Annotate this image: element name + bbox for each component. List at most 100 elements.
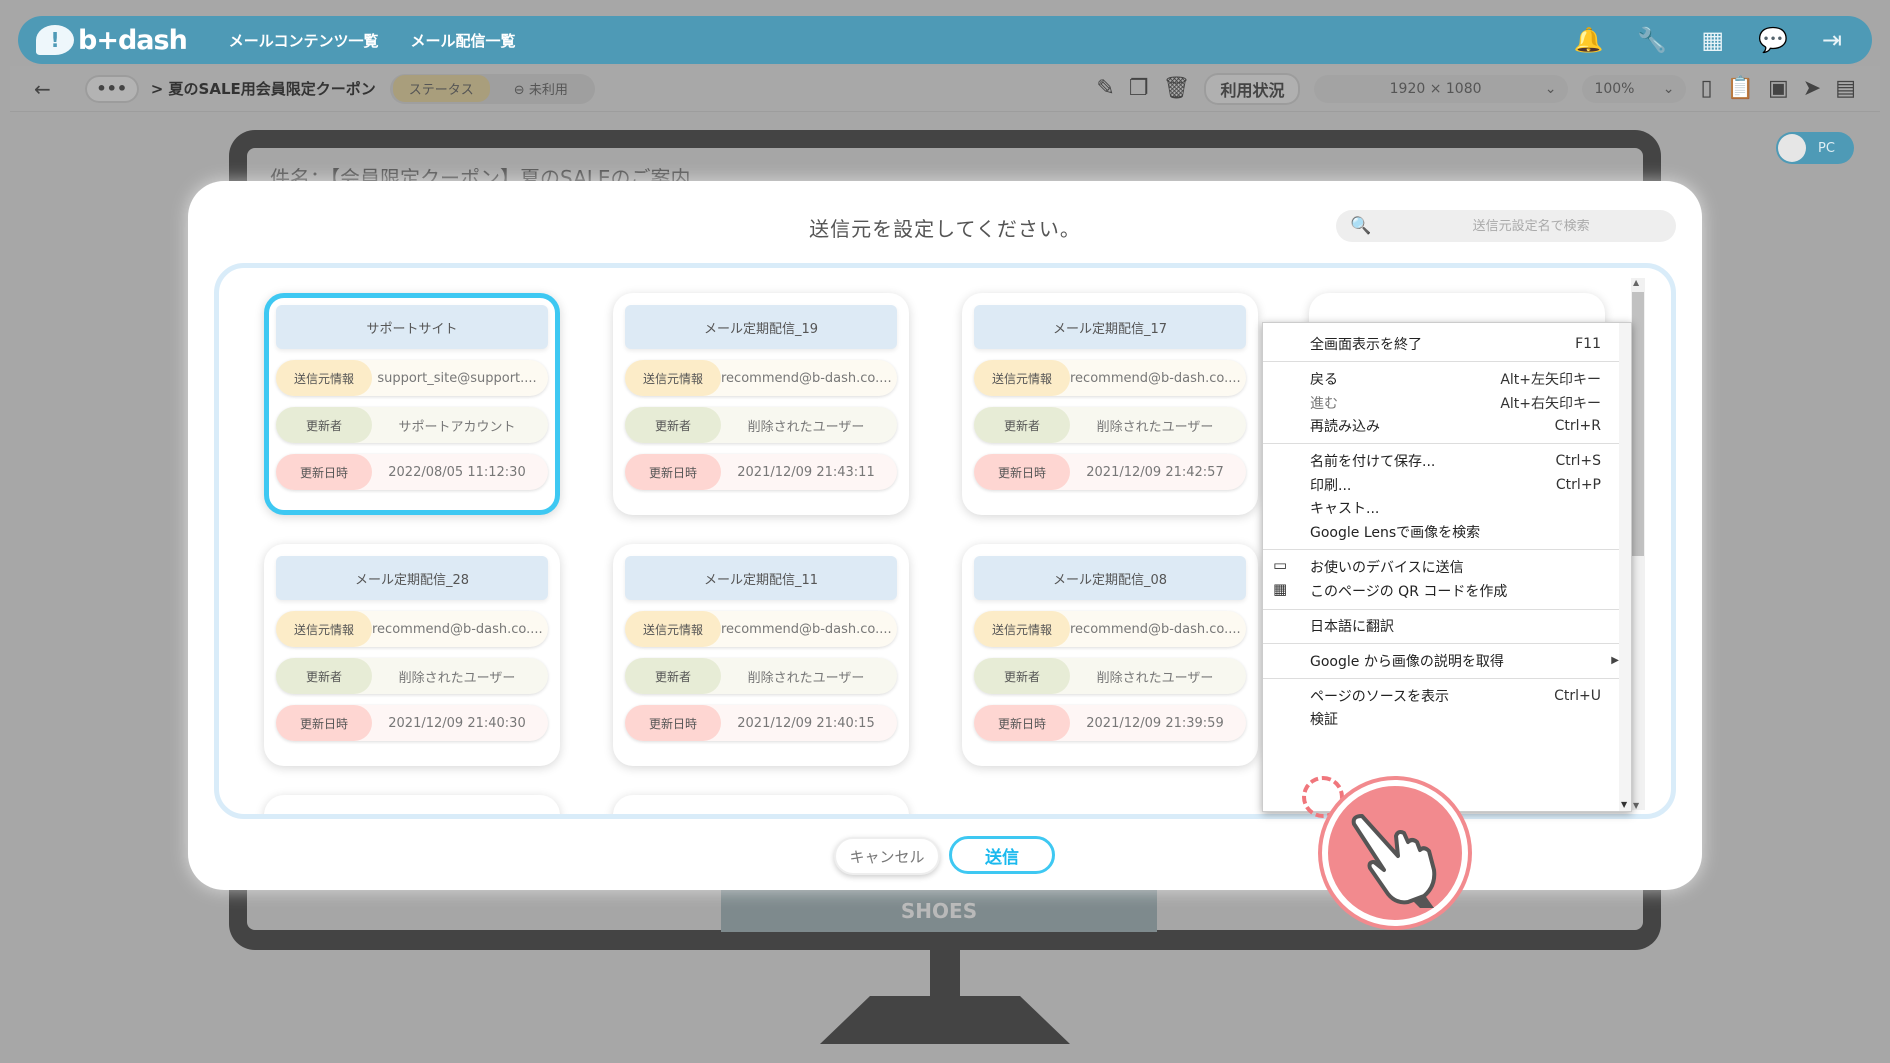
image-icon[interactable]: ▣ [1768,76,1789,101]
device-toggle-label: PC [1818,140,1835,156]
menu-item-inspect[interactable]: 検証 [1310,706,1601,732]
sender-card[interactable]: メール定期配信_28 送信元情報 recommend@b-dash.co.... 更新… [264,544,560,766]
zoom-value: 100% [1594,80,1635,97]
grid-icon[interactable]: ▦ [1701,26,1724,54]
menu-item-image-description[interactable]: Google から画像の説明を取得 [1310,648,1601,674]
sender-tag: 送信元情報 [625,611,721,647]
menu-item-translate[interactable]: 日本語に翻訳 [1310,613,1601,639]
menu-item-label: 名前を付けて保存... [1310,454,1436,470]
updater-tag: 更新者 [974,407,1070,443]
sender-value: recommend@b-dash.co.... [1070,370,1241,386]
updated-at-tag: 更新日時 [974,454,1070,490]
sender-card[interactable]: メール定期配信_08 送信元情報 recommend@b-dash.co.... 更新… [962,544,1258,766]
scroll-thumb[interactable] [1632,292,1644,556]
sender-tag: 送信元情報 [974,611,1070,647]
html-file-icon[interactable]: ▯ [1700,76,1712,101]
sender-value: recommend@b-dash.co.... [372,621,543,637]
menu-item-reload[interactable]: 再読み込み Ctrl+R [1310,413,1601,439]
updater-value: 削除されたユーザー [398,670,516,686]
sender-card-partial[interactable] [264,795,560,814]
more-button[interactable]: ••• [84,74,139,103]
sender-card[interactable]: メール定期配信_11 送信元情報 recommend@b-dash.co.... 更新… [613,544,909,766]
menu-item-label: Google から画像の説明を取得 [1310,654,1504,670]
card-title: メール定期配信_08 [974,556,1246,600]
zoom-select[interactable]: 100% ⌄ [1582,74,1687,103]
sender-value: recommend@b-dash.co.... [721,621,892,637]
menu-item-label: 戻る [1310,372,1338,388]
resolution-select[interactable]: 1920 × 1080 ⌄ [1314,74,1569,103]
menu-item-label: 全画面表示を終了 [1310,337,1422,353]
sender-row: 送信元情報 recommend@b-dash.co.... [974,611,1246,647]
list-scrollbar[interactable]: ▲ ▼ [1631,278,1645,810]
updated-at-row: 更新日時 2021/12/09 21:39:59 [974,705,1246,741]
edit-icon[interactable]: ✎ [1096,76,1114,101]
nav-mail-contents[interactable]: メールコンテンツ一覧 [229,30,379,51]
menu-item-send-to-device[interactable]: お使いのデバイスに送信 [1310,554,1601,580]
menu-item-shortcut: Ctrl+U [1554,688,1601,704]
menu-item-exit-fullscreen[interactable]: 全画面表示を終了 F11 [1310,331,1601,357]
chevron-down-icon: ⌄ [1544,80,1557,97]
sender-card-partial[interactable] [613,795,909,814]
editor-toolbar: ← ••• > 夏のSALE用会員限定クーポン ステータス ⊖ 未利用 ✎ ❐ … [10,66,1880,112]
qr-code-icon: ▦ [1273,580,1288,598]
send-plane-icon[interactable]: ➤ [1803,76,1821,101]
status-value: ⊖ 未利用 [513,83,568,98]
menu-item-label: 日本語に翻訳 [1310,619,1394,635]
updated-at-row: 更新日時 2021/12/09 21:40:15 [625,705,897,741]
menu-item-label: 印刷... [1310,478,1352,494]
sender-card[interactable]: メール定期配信_17 送信元情報 recommend@b-dash.co.... 更新… [962,293,1258,515]
device-toggle[interactable]: PC [1776,132,1854,164]
logo-icon: ! [36,25,74,55]
toggle-knob [1778,134,1806,162]
sender-value: support_site@support.... [377,370,537,386]
scroll-down-icon[interactable]: ▼ [1633,801,1639,810]
menu-item-back[interactable]: 戻る Alt+左矢印キー [1310,366,1601,392]
menu-item-qr-code[interactable]: このページの QR コードを作成 [1310,578,1601,604]
card-title: メール定期配信_19 [625,305,897,349]
menu-item-label: キャスト... [1310,501,1380,517]
wrench-icon[interactable]: 🔧 [1637,26,1667,54]
cancel-button[interactable]: キャンセル [834,837,940,875]
search-box: 🔍 [1336,210,1676,242]
menu-item-label: Google Lensで画像を検索 [1310,525,1481,541]
search-input[interactable] [1401,218,1662,234]
menu-item-cast[interactable]: キャスト... [1310,495,1601,521]
nav-mail-deliveries[interactable]: メール配信一覧 [411,30,516,51]
scroll-up-icon[interactable]: ▲ [1633,278,1639,287]
copy-icon[interactable]: ❐ [1129,76,1149,101]
menu-divider [1263,609,1631,610]
sender-tag: 送信元情報 [276,611,372,647]
updated-at-row: 更新日時 2021/12/09 21:42:57 [974,454,1246,490]
back-arrow-icon[interactable]: ← [34,77,51,101]
bell-icon[interactable]: 🔔 [1574,26,1604,54]
breadcrumb: > 夏のSALE用会員限定クーポン [150,80,376,98]
updated-at-value: 2021/12/09 21:40:30 [388,715,526,731]
logout-icon[interactable]: ⇥ [1822,26,1842,54]
sender-value: recommend@b-dash.co.... [721,370,892,386]
sender-tag: 送信元情報 [974,360,1070,396]
card-title: メール定期配信_28 [276,556,548,600]
menu-item-shortcut: Ctrl+R [1554,418,1601,434]
logo[interactable]: ! b+dash [36,25,188,56]
usage-button[interactable]: 利用状況 [1204,72,1301,105]
menu-item-save-as[interactable]: 名前を付けて保存... Ctrl+S [1310,448,1601,474]
sender-row: 送信元情報 support_site@support.... [276,360,548,396]
clipboard-icon[interactable]: 📋 [1727,76,1754,101]
sender-card[interactable]: サポートサイト 送信元情報 support_site@support.... 更新者 サ… [264,293,560,515]
chat-icon[interactable]: 💬 [1758,26,1788,54]
sender-card[interactable]: メール定期配信_19 送信元情報 recommend@b-dash.co.... 更新… [613,293,909,515]
menu-item-label: お使いのデバイスに送信 [1310,560,1464,576]
updater-tag: 更新者 [276,658,372,694]
menu-item-label: 検証 [1310,712,1338,728]
menu-item-google-lens[interactable]: Google Lensで画像を検索 [1310,519,1601,545]
document-icon[interactable]: ▤ [1835,76,1856,101]
sender-row: 送信元情報 recommend@b-dash.co.... [625,360,897,396]
menu-scrollbar[interactable]: ▼ [1619,323,1631,811]
status-badge: ステータス ⊖ 未利用 [389,73,595,104]
device-icon: ▭ [1273,556,1288,574]
search-icon: 🔍 [1350,216,1372,236]
send-button[interactable]: 送信 [949,836,1055,874]
trash-icon[interactable]: 🗑 [1163,76,1191,101]
scroll-down-icon[interactable]: ▼ [1621,800,1627,809]
updater-value: 削除されたユーザー [747,670,865,686]
